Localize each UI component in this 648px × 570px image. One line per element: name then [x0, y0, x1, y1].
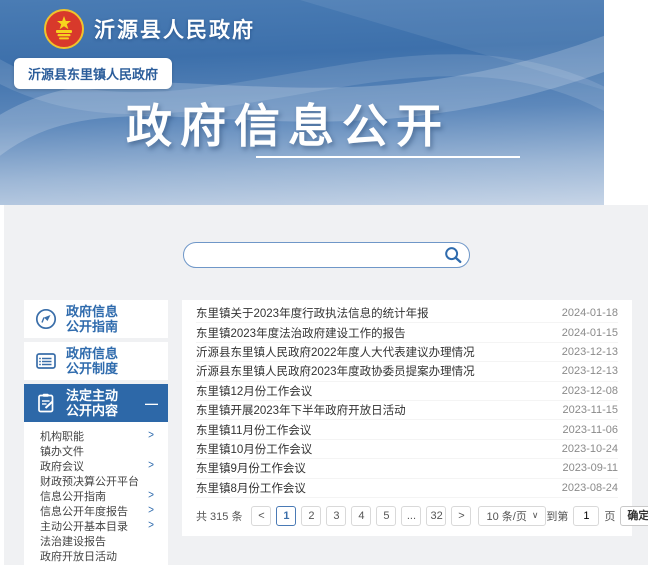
news-link[interactable]: 东里镇2023年度法治政府建设工作的报告	[196, 325, 406, 341]
pagination-page-1[interactable]: 1	[276, 506, 296, 526]
news-row[interactable]: 东里镇9月份工作会议 2023-09-11	[196, 459, 618, 478]
news-panel: 东里镇关于2023年度行政执法信息的统计年报 2024-01-18 东里镇202…	[182, 300, 632, 536]
news-row[interactable]: 东里镇10月份工作会议 2023-10-24	[196, 440, 618, 459]
pagination-page-2[interactable]: 2	[301, 506, 321, 526]
news-date: 2023-10-24	[562, 443, 618, 455]
submenu-item-basic-directory[interactable]: 主动公开基本目录 >	[24, 518, 168, 533]
page-title-underline	[256, 156, 520, 158]
compass-icon	[34, 307, 66, 331]
site-logo-link[interactable]: 沂源县人民政府	[44, 9, 255, 49]
pagination: 共 315 条 < 1 2 3 4 5 ... 32 > 10 条/页 ∨ 到第…	[196, 506, 618, 526]
submenu-item-gov-meetings[interactable]: 政府会议 >	[24, 458, 168, 473]
national-emblem-icon	[44, 9, 84, 49]
sub-site-badge[interactable]: 沂源县东里镇人民政府	[14, 58, 172, 89]
news-link[interactable]: 东里镇12月份工作会议	[196, 383, 312, 399]
chevron-right-icon: >	[148, 459, 154, 472]
pagination-total: 共 315 条	[196, 508, 242, 524]
news-date: 2023-11-06	[563, 424, 618, 436]
sidebar-item-disclosure-system[interactable]: 政府信息 公开制度	[24, 342, 168, 380]
sidebar-submenu: 机构职能 > 镇办文件 政府会议 > 财政预决算公开平台 信息公开指南	[24, 422, 168, 570]
news-link[interactable]: 东里镇关于2023年度行政执法信息的统计年报	[196, 305, 429, 321]
goto-confirm-button[interactable]: 确定	[620, 506, 648, 526]
news-date: 2023-09-11	[563, 462, 618, 474]
submenu-item-info-guide[interactable]: 信息公开指南 >	[24, 488, 168, 503]
news-date: 2023-08-24	[562, 482, 618, 494]
news-link[interactable]: 沂源县东里镇人民政府2023年度政协委员提案办理情况	[196, 363, 475, 379]
submenu-item-org-functions[interactable]: 机构职能 >	[24, 428, 168, 443]
collapse-minus-icon[interactable]: —	[145, 396, 160, 411]
sidebar-item-disclosure-guide[interactable]: 政府信息 公开指南	[24, 300, 168, 338]
sidebar: 政府信息 公开指南 政府信息	[24, 300, 168, 570]
news-row[interactable]: 东里镇8月份工作会议 2023-08-24	[196, 479, 618, 498]
clipboard-pen-icon	[34, 391, 66, 415]
news-date: 2024-01-18	[562, 307, 618, 319]
content-area: 政府信息 公开指南 政府信息	[4, 205, 648, 565]
news-row[interactable]: 东里镇关于2023年度行政执法信息的统计年报 2024-01-18	[196, 304, 618, 323]
goto-page-group: 到第 页 确定	[546, 506, 648, 526]
header-banner: 沂源县人民政府 沂源县东里镇人民政府 政府信息公开	[0, 0, 604, 205]
pagination-page-3[interactable]: 3	[326, 506, 346, 526]
sidebar-item-label: 法定主动 公开内容	[66, 388, 118, 418]
goto-prefix-label: 到第	[546, 508, 568, 524]
chevron-right-icon: >	[148, 504, 154, 517]
pagination-prev-button[interactable]: <	[251, 506, 271, 526]
chevron-down-icon: ∨	[532, 510, 539, 521]
submenu-item-budget-platform[interactable]: 财政预决算公开平台	[24, 473, 168, 488]
sidebar-item-label: 政府信息 公开制度	[66, 346, 118, 376]
search-input[interactable]	[184, 243, 469, 267]
pagination-page-4[interactable]: 4	[351, 506, 371, 526]
news-link[interactable]: 东里镇开展2023年下半年政府开放日活动	[196, 402, 406, 418]
list-icon	[34, 349, 66, 373]
chevron-right-icon: >	[148, 489, 154, 502]
submenu-item-open-day[interactable]: 政府开放日活动	[24, 548, 168, 563]
news-date: 2024-01-15	[562, 327, 618, 339]
goto-page-input[interactable]	[573, 506, 599, 526]
news-link[interactable]: 东里镇11月份工作会议	[196, 422, 311, 438]
submenu-item-rule-of-law-report[interactable]: 法治建设报告	[24, 533, 168, 548]
pagination-next-button[interactable]: >	[451, 506, 471, 526]
news-row[interactable]: 东里镇开展2023年下半年政府开放日活动 2023-11-15	[196, 401, 618, 420]
site-title: 沂源县人民政府	[94, 14, 255, 44]
news-link[interactable]: 东里镇10月份工作会议	[196, 441, 312, 457]
news-row[interactable]: 东里镇12月份工作会议 2023-12-08	[196, 382, 618, 401]
news-row[interactable]: 东里镇2023年度法治政府建设工作的报告 2024-01-15	[196, 323, 618, 342]
news-row[interactable]: 沂源县东里镇人民政府2023年度政协委员提案办理情况 2023-12-13	[196, 362, 618, 381]
page-size-dropdown[interactable]: 10 条/页 ∨	[478, 506, 546, 526]
search-row	[4, 205, 648, 268]
search-button[interactable]	[442, 245, 464, 265]
chevron-right-icon: >	[148, 429, 154, 442]
sidebar-item-statutory-disclosure[interactable]: 法定主动 公开内容 —	[24, 384, 168, 422]
news-link[interactable]: 沂源县东里镇人民政府2022年度人大代表建议办理情况	[196, 344, 475, 360]
news-link[interactable]: 东里镇8月份工作会议	[196, 480, 306, 496]
pagination-ellipsis[interactable]: ...	[401, 506, 421, 526]
content-columns: 政府信息 公开指南 政府信息	[24, 300, 632, 570]
news-link[interactable]: 东里镇9月份工作会议	[196, 460, 306, 476]
goto-suffix-label: 页	[604, 508, 615, 524]
search-box	[183, 242, 470, 268]
search-icon	[443, 245, 463, 265]
submenu-item-town-documents[interactable]: 镇办文件	[24, 443, 168, 458]
news-row[interactable]: 东里镇11月份工作会议 2023-11-06	[196, 420, 618, 439]
sidebar-item-label: 政府信息 公开指南	[66, 304, 118, 334]
pagination-page-5[interactable]: 5	[376, 506, 396, 526]
page-title: 政府信息公开	[126, 90, 450, 156]
pagination-page-32[interactable]: 32	[426, 506, 446, 526]
chevron-right-icon: >	[148, 519, 154, 532]
news-date: 2023-11-15	[563, 404, 618, 416]
news-date: 2023-12-13	[562, 365, 618, 377]
news-date: 2023-12-13	[562, 346, 618, 358]
news-row[interactable]: 沂源县东里镇人民政府2022年度人大代表建议办理情况 2023-12-13	[196, 343, 618, 362]
submenu-item-annual-report[interactable]: 信息公开年度报告 >	[24, 503, 168, 518]
news-date: 2023-12-08	[562, 385, 618, 397]
